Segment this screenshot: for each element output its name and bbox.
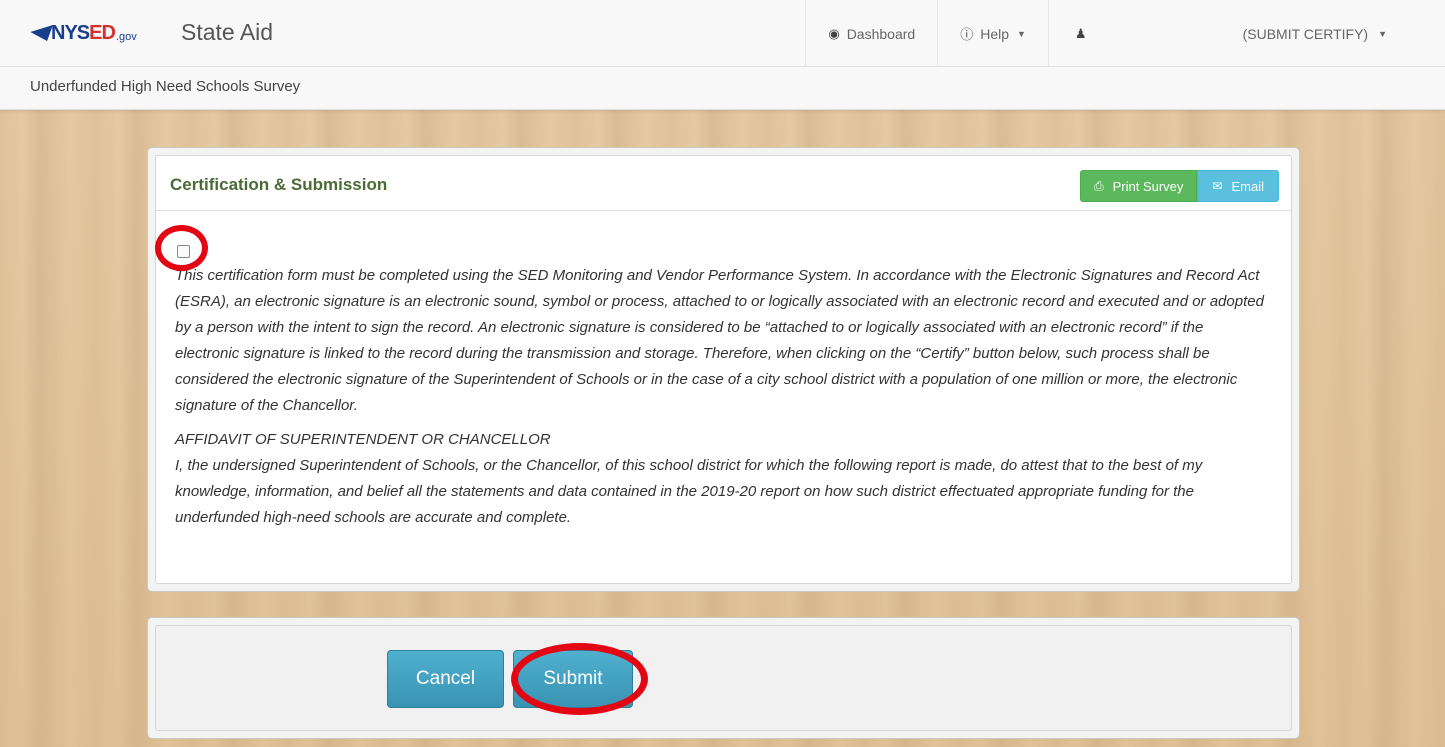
nav-user-label: (SUBMIT CERTIFY): [1242, 25, 1369, 42]
email-label: Email: [1231, 178, 1264, 194]
sub-header: Underfunded High Need Schools Survey: [0, 67, 1445, 110]
nav-help-label: Help: [980, 25, 1009, 42]
tachometer-icon: ◉: [828, 25, 840, 41]
annotation-circle-submit: [511, 643, 648, 715]
user-icon: ♟: [1074, 25, 1087, 41]
certification-panel: Certification & Submission ⎙ Print Surve…: [147, 147, 1300, 592]
logo-ed: ED: [89, 21, 116, 44]
email-button[interactable]: ✉ Email: [1197, 170, 1279, 202]
nav-dashboard[interactable]: ◉ Dashboard: [805, 0, 937, 67]
envelope-icon: ✉: [1212, 179, 1223, 193]
action-panel: Cancel Submit: [147, 617, 1300, 739]
panel-header: Certification & Submission ⎙ Print Surve…: [156, 156, 1291, 211]
affidavit-heading: AFFIDAVIT OF SUPERINTENDENT OR CHANCELLO…: [175, 431, 551, 448]
survey-title: Underfunded High Need Schools Survey: [30, 78, 301, 95]
nav-user-icon-item[interactable]: ♟: [1047, 0, 1113, 67]
panel-action-buttons: ⎙ Print Survey ✉ Email: [1080, 170, 1279, 202]
top-navbar: NYSED .gov State Aid ◉ Dashboard ⓘ Help …: [0, 0, 1445, 67]
nysed-logo[interactable]: NYSED .gov: [27, 19, 137, 47]
info-circle-icon: ⓘ: [960, 27, 974, 42]
app-title[interactable]: State Aid: [181, 19, 273, 46]
panel-body: This certification form must be complete…: [156, 211, 1291, 531]
annotation-circle-checkbox: [155, 225, 208, 271]
print-icon: ⎙: [1094, 178, 1104, 193]
nav-user-dropdown[interactable]: (SUBMIT CERTIFY) ▼: [1113, 0, 1445, 67]
nav-dashboard-label: Dashboard: [846, 25, 916, 42]
certification-text: This certification form must be complete…: [175, 267, 1264, 414]
print-survey-label: Print Survey: [1112, 178, 1184, 194]
affidavit-text: I, the undersigned Superintendent of Sch…: [175, 457, 1203, 526]
logo-gov: .gov: [115, 31, 137, 43]
nav-help-dropdown[interactable]: ⓘ Help ▼: [937, 0, 1048, 67]
panel-title: Certification & Submission: [170, 175, 388, 194]
cancel-button[interactable]: Cancel: [387, 650, 504, 708]
chevron-down-icon: ▼: [1378, 28, 1387, 39]
nys-map-icon: [27, 25, 53, 41]
logo-nys: NYS: [51, 21, 90, 44]
print-survey-button[interactable]: ⎙ Print Survey: [1080, 170, 1198, 202]
navbar-right: ◉ Dashboard ⓘ Help ▼ ♟ (SUBMIT CERTIFY) …: [805, 0, 1445, 67]
chevron-down-icon: ▼: [1017, 28, 1026, 39]
